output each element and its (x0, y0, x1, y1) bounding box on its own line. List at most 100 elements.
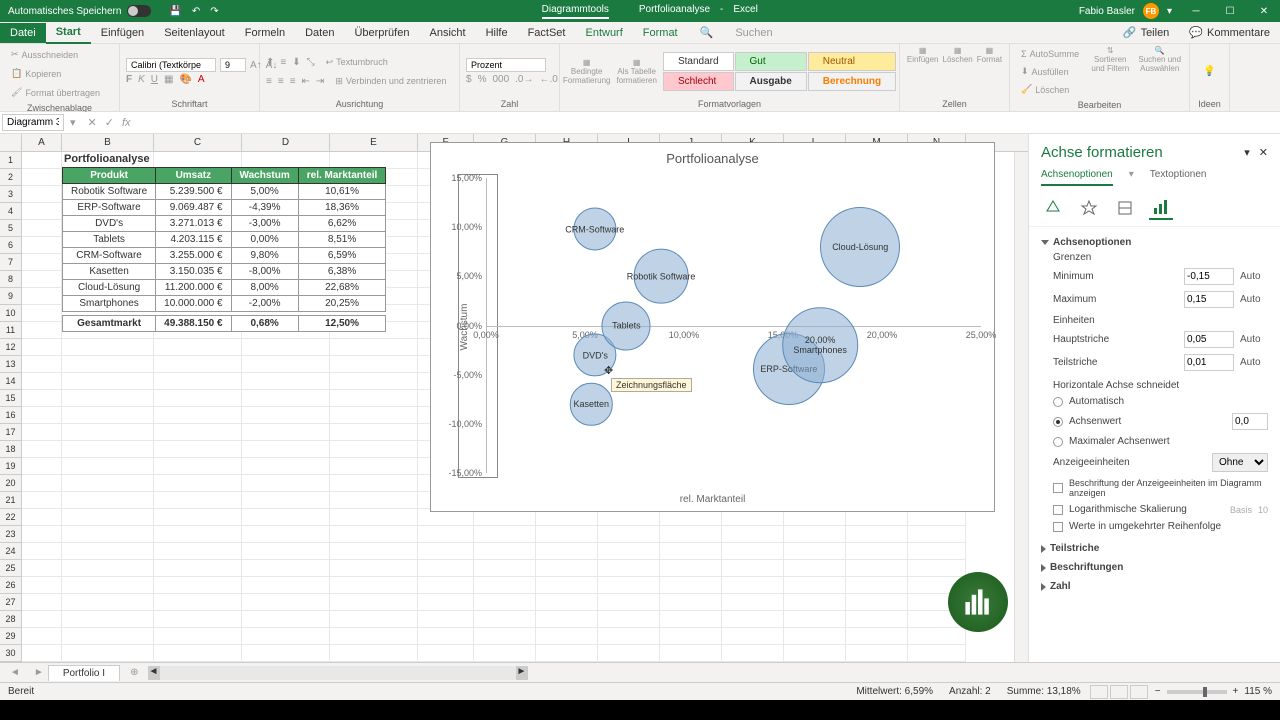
name-box[interactable] (2, 114, 64, 131)
section-number[interactable]: Zahl (1041, 581, 1268, 592)
font-select[interactable] (126, 58, 216, 72)
log-scale-checkbox[interactable] (1053, 505, 1063, 515)
currency-icon[interactable]: $ (466, 74, 472, 85)
percent-icon[interactable]: % (478, 74, 487, 85)
row-header[interactable]: 30 (0, 645, 22, 662)
sort-filter-button[interactable]: ⇅Sortieren und Filtern (1090, 46, 1130, 98)
tab-entwurf[interactable]: Entwurf (575, 23, 632, 43)
merge-button[interactable]: ⊞ Verbinden und zentrieren (330, 73, 451, 90)
row-header[interactable]: 11 (0, 322, 22, 339)
inc-decimal-icon[interactable]: .0→ (515, 74, 533, 85)
effects-icon[interactable] (1077, 196, 1101, 220)
zoom-level[interactable]: 115 % (1244, 686, 1272, 697)
row-header[interactable]: 19 (0, 458, 22, 475)
row-header[interactable]: 22 (0, 509, 22, 526)
min-reset[interactable]: Auto (1240, 271, 1268, 282)
align-left-icon[interactable]: ≡ (266, 76, 272, 87)
bold-button[interactable]: F (126, 74, 132, 85)
chart-bubble[interactable]: Tablets (602, 301, 651, 350)
fill-line-icon[interactable] (1041, 196, 1065, 220)
row-header[interactable]: 17 (0, 424, 22, 441)
number-format-select[interactable] (466, 58, 546, 72)
size-props-icon[interactable] (1113, 196, 1137, 220)
row-header[interactable]: 18 (0, 441, 22, 458)
row-header[interactable]: 14 (0, 373, 22, 390)
border-button[interactable]: ▦ (164, 74, 173, 85)
sheet-tab-active[interactable]: Portfolio I (48, 665, 120, 681)
row-header[interactable]: 4 (0, 203, 22, 220)
indent-dec-icon[interactable]: ⇤ (302, 76, 310, 87)
tab-ansicht[interactable]: Ansicht (419, 23, 475, 43)
tab-format[interactable]: Format (633, 23, 688, 43)
font-size-select[interactable] (220, 58, 246, 72)
worksheet[interactable]: ABCDEFGHIJKLMN 1234567891011121314151617… (0, 134, 1028, 662)
copy-button[interactable]: 📋 Kopieren (6, 65, 113, 82)
align-top-icon[interactable]: ⬆ (266, 57, 274, 68)
tab-daten[interactable]: Daten (295, 23, 344, 43)
pane-close-icon[interactable]: ✕ (1259, 147, 1268, 159)
align-center-icon[interactable]: ≡ (278, 76, 284, 87)
row-header[interactable]: 2 (0, 169, 22, 186)
axis-options-icon[interactable] (1149, 196, 1173, 220)
pane-tab-text-options[interactable]: Textoptionen (1150, 169, 1207, 186)
tab-ueberpruefen[interactable]: Überprüfen (344, 23, 419, 43)
zoom-slider[interactable] (1167, 690, 1227, 694)
col-header[interactable]: E (330, 134, 418, 151)
clear-button[interactable]: 🧹 Löschen (1016, 81, 1084, 98)
comma-icon[interactable]: 000 (492, 74, 509, 85)
autosum-button[interactable]: Σ AutoSumme (1016, 46, 1084, 62)
zoom-out-icon[interactable]: − (1149, 686, 1167, 697)
align-bottom-icon[interactable]: ⬇ (292, 57, 300, 68)
max-input[interactable] (1184, 291, 1234, 308)
sheet-nav-prev-icon[interactable]: ◄ (0, 667, 30, 678)
min-input[interactable] (1184, 268, 1234, 285)
delete-cells-button[interactable]: ▦Löschen (943, 46, 973, 97)
chart-bubble[interactable]: 20,00% Smartphones (782, 307, 858, 383)
enter-formula-icon[interactable]: ✓ (105, 116, 114, 129)
add-sheet-icon[interactable]: ⊕ (120, 667, 148, 678)
undo-icon[interactable]: ↶ (192, 6, 200, 17)
row-header[interactable]: 1 (0, 152, 22, 169)
dec-decimal-icon[interactable]: ←.0 (540, 74, 558, 85)
format-painter-button[interactable]: 🖌 Format übertragen (6, 84, 113, 101)
row-header[interactable]: 10 (0, 305, 22, 322)
tab-start[interactable]: Start (46, 22, 91, 44)
style-berechnung[interactable]: Berechnung (808, 72, 896, 91)
section-axis-options[interactable]: Achsenoptionen (1041, 237, 1268, 248)
row-header[interactable]: 7 (0, 254, 22, 271)
autosave-toggle[interactable] (127, 5, 151, 17)
row-header[interactable]: 29 (0, 628, 22, 645)
chart-title[interactable]: Portfolioanalyse (431, 143, 994, 174)
style-ausgabe[interactable]: Ausgabe (735, 72, 807, 91)
view-page-break-icon[interactable] (1130, 685, 1148, 699)
save-icon[interactable]: 💾 (169, 6, 181, 17)
tab-hilfe[interactable]: Hilfe (476, 23, 518, 43)
major-reset[interactable]: Auto (1240, 334, 1268, 345)
underline-button[interactable]: U (151, 74, 158, 85)
tab-factset[interactable]: FactSet (518, 23, 576, 43)
row-header[interactable]: 28 (0, 611, 22, 628)
row-header[interactable]: 8 (0, 271, 22, 288)
redo-icon[interactable]: ↷ (210, 6, 218, 17)
tab-seitenlayout[interactable]: Seitenlayout (154, 23, 235, 43)
minimize-button[interactable]: ─ (1180, 0, 1212, 22)
radio-max[interactable] (1053, 437, 1063, 447)
italic-button[interactable]: K (138, 74, 145, 85)
style-gut[interactable]: Gut (735, 52, 807, 71)
style-standard[interactable]: Standard (663, 52, 734, 71)
sheet-nav-next-icon[interactable]: ► (30, 667, 48, 678)
tab-einfuegen[interactable]: Einfügen (91, 23, 154, 43)
section-labels[interactable]: Beschriftungen (1041, 562, 1268, 573)
align-right-icon[interactable]: ≡ (290, 76, 296, 87)
cross-value-input[interactable] (1232, 413, 1268, 430)
indent-inc-icon[interactable]: ⇥ (316, 76, 324, 87)
formula-input[interactable] (139, 113, 1280, 132)
minor-reset[interactable]: Auto (1240, 357, 1268, 368)
chart-bubble[interactable]: CRM-Software (573, 208, 616, 251)
ribbon-options-icon[interactable]: ▾ (1167, 6, 1172, 17)
align-middle-icon[interactable]: ≡ (280, 57, 286, 68)
row-header[interactable]: 24 (0, 543, 22, 560)
row-header[interactable]: 3 (0, 186, 22, 203)
style-neutral[interactable]: Neutral (808, 52, 896, 71)
chart-bubble[interactable]: Cloud-Lösung (820, 207, 900, 287)
